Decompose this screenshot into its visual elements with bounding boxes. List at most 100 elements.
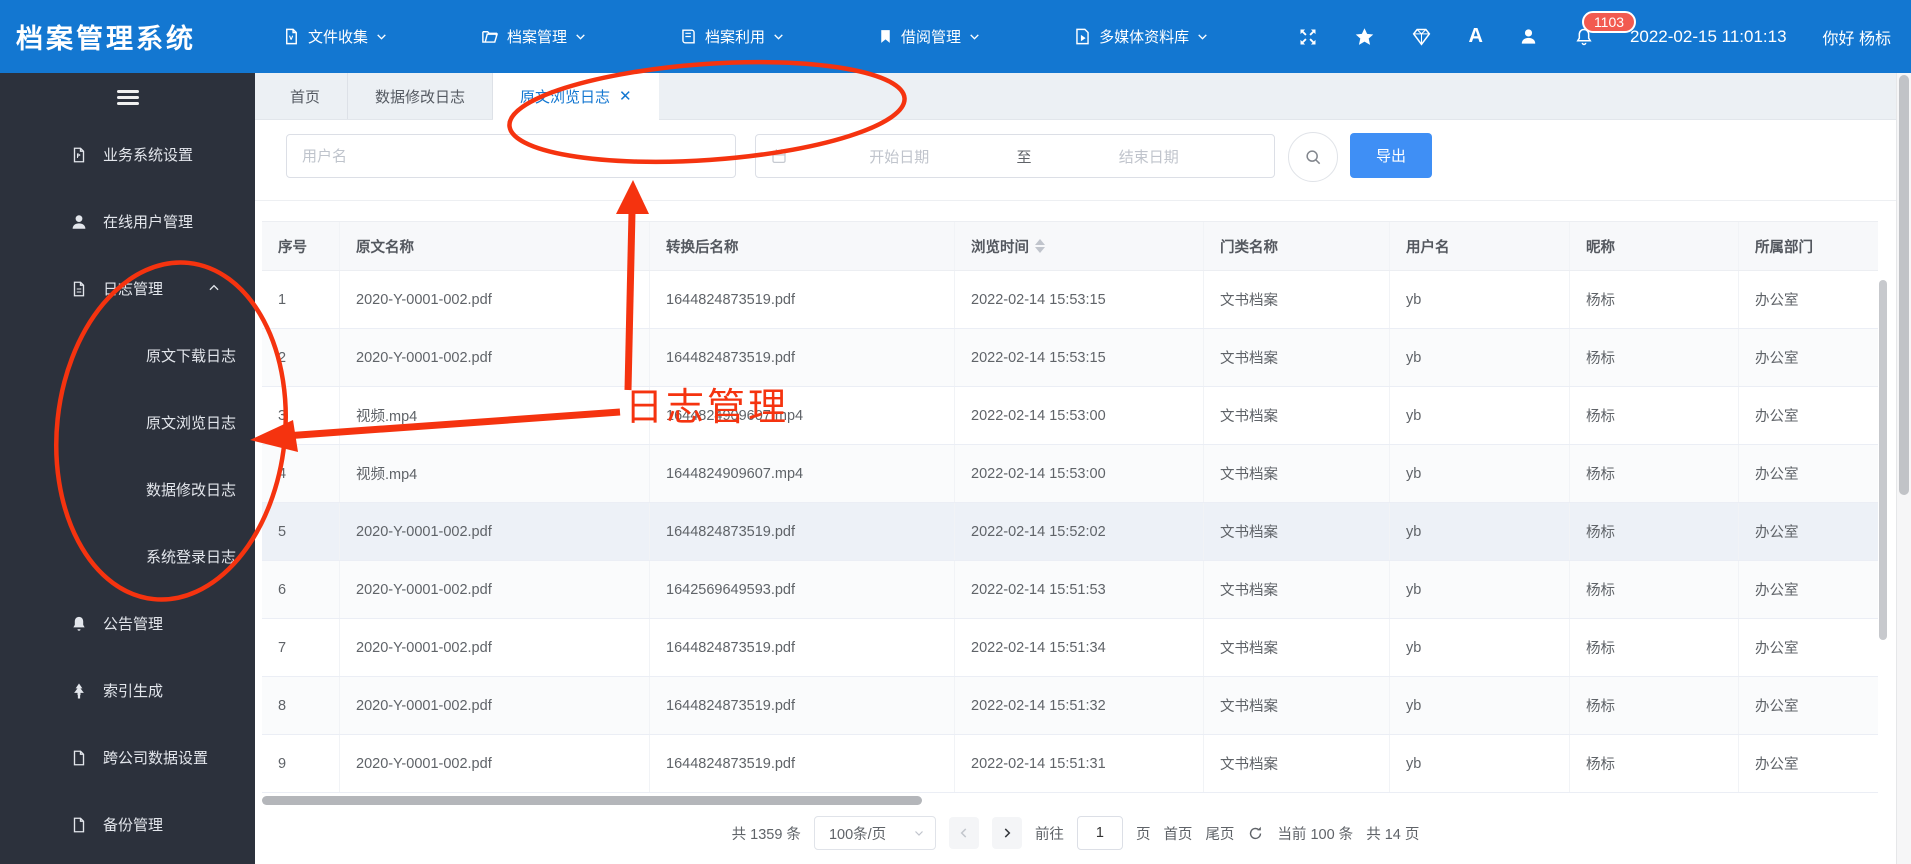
- cell-category: 文书档案: [1204, 735, 1390, 792]
- table-row: 7 2020-Y-0001-002.pdf 1644824873519.pdf …: [262, 619, 1878, 677]
- sidebar-item-announcement[interactable]: 公告管理: [0, 590, 255, 657]
- cell-converted-name: 1644824909607.mp4: [650, 445, 955, 502]
- cell-converted-name: 1644824873519.pdf: [650, 677, 955, 734]
- sidebar-item-label: 业务系统设置: [103, 147, 194, 164]
- cell-original-name: 视频.mp4: [340, 387, 650, 444]
- cell-username: yb: [1390, 677, 1570, 734]
- sidebar-item-index-generation[interactable]: 索引生成: [0, 657, 255, 724]
- fullscreen-icon[interactable]: [1298, 27, 1318, 47]
- tab-original-browse-log[interactable]: 原文浏览日志 ✕: [493, 73, 659, 120]
- notification-bell-icon[interactable]: 1103: [1574, 10, 1637, 47]
- cell-department: 办公室: [1755, 293, 1799, 309]
- cell-category: 文书档案: [1204, 271, 1390, 328]
- username-input[interactable]: [286, 134, 736, 178]
- document-settings-icon: [73, 147, 85, 162]
- column-header-browse-time: 浏览时间: [955, 222, 1204, 270]
- pagination-current: 当前 100 条: [1277, 826, 1354, 843]
- cell-converted-name: 1644824873519.pdf: [650, 329, 955, 386]
- tab-data-modify-log[interactable]: 数据修改日志: [348, 73, 494, 119]
- sidebar-item-system-login-log[interactable]: 系统登录日志: [0, 523, 255, 590]
- nav-file-collection[interactable]: 文件收集: [282, 26, 388, 47]
- nav-borrow-management[interactable]: 借阅管理: [877, 26, 981, 47]
- start-date-placeholder[interactable]: 开始日期: [788, 146, 1011, 167]
- refresh-icon[interactable]: [1247, 825, 1264, 842]
- font-size-icon[interactable]: A: [1468, 25, 1482, 48]
- page-icon: [73, 750, 85, 765]
- export-button[interactable]: 导出: [1350, 133, 1432, 178]
- table-body: 1 2020-Y-0001-002.pdf 1644824873519.pdf …: [262, 271, 1878, 793]
- close-icon[interactable]: ✕: [619, 89, 632, 104]
- page-scrollbar-thumb[interactable]: [1899, 75, 1909, 495]
- search-button[interactable]: [1288, 132, 1338, 182]
- sidebar-item-cross-company-settings[interactable]: 跨公司数据设置: [0, 724, 255, 791]
- sort-caret-icon[interactable]: [1035, 239, 1045, 253]
- sidebar-item-data-modify-log[interactable]: 数据修改日志: [0, 456, 255, 523]
- cell-department: 办公室: [1755, 525, 1799, 541]
- sidebar-collapse-button[interactable]: [0, 73, 255, 121]
- date-range-picker[interactable]: 开始日期 至 结束日期: [755, 134, 1275, 178]
- column-header-department: 所属部门: [1755, 239, 1813, 256]
- chevron-left-icon: [960, 828, 967, 838]
- cell-department: 办公室: [1755, 467, 1799, 483]
- cell-index: 9: [262, 735, 340, 792]
- nav-label: 文件收集: [308, 29, 369, 46]
- cell-browse-time: 2022-02-14 15:52:02: [955, 503, 1204, 560]
- page-size-select[interactable]: 100条/页: [813, 816, 936, 850]
- tab-home[interactable]: 首页: [263, 73, 349, 119]
- chevron-down-icon: [576, 34, 585, 40]
- cell-index: 3: [262, 387, 340, 444]
- end-date-placeholder[interactable]: 结束日期: [1038, 146, 1261, 167]
- page-scrollbar[interactable]: [1896, 73, 1911, 864]
- cell-username: yb: [1390, 271, 1570, 328]
- next-page-button[interactable]: [991, 817, 1022, 849]
- cell-nickname: 杨标: [1570, 561, 1739, 618]
- sidebar-item-label: 在线用户管理: [103, 214, 194, 231]
- sidebar-item-original-browse-log[interactable]: 原文浏览日志: [0, 389, 255, 456]
- cell-nickname: 杨标: [1570, 445, 1739, 502]
- cell-browse-time: 2022-02-14 15:51:31: [955, 735, 1204, 792]
- browse-log-table: 序号 原文名称 转换后名称 浏览时间 门类名称 用户名 昵称 所属部门 1 20…: [262, 221, 1878, 793]
- favorite-star-icon[interactable]: [1354, 26, 1375, 47]
- chevron-down-icon: [970, 34, 979, 40]
- cell-department: 办公室: [1755, 409, 1799, 425]
- app-title: 档案管理系统: [16, 24, 196, 54]
- media-file-icon: [1076, 28, 1089, 45]
- table-row: 5 2020-Y-0001-002.pdf 1644824873519.pdf …: [262, 503, 1878, 561]
- sidebar-item-backup-management[interactable]: 备份管理: [0, 791, 255, 858]
- sidebar-item-label: 备份管理: [103, 817, 164, 834]
- sidebar-group-log-management[interactable]: 日志管理: [0, 255, 255, 322]
- user-icon[interactable]: [1519, 27, 1538, 46]
- cell-original-name: 2020-Y-0001-002.pdf: [340, 677, 650, 734]
- search-toolbar: 开始日期 至 结束日期 导出: [255, 120, 1896, 201]
- cell-nickname: 杨标: [1570, 503, 1739, 560]
- nav-archive-management[interactable]: 档案管理: [480, 26, 587, 47]
- bell-icon: [73, 616, 85, 631]
- cell-browse-time: 2022-02-14 15:53:15: [955, 329, 1204, 386]
- cell-nickname: 杨标: [1570, 387, 1739, 444]
- sidebar: 业务系统设置 在线用户管理 日志管理 原文下载日志 原文浏览日志 数据修改日志 …: [0, 73, 255, 864]
- last-page-button[interactable]: 尾页: [1205, 823, 1234, 844]
- pagination-pages: 共 14 页: [1366, 826, 1420, 843]
- sidebar-item-label: 公告管理: [103, 616, 164, 633]
- nav-multimedia-library[interactable]: 多媒体资料库: [1073, 26, 1209, 47]
- cell-converted-name: 1644824873519.pdf: [650, 503, 955, 560]
- sidebar-item-online-users[interactable]: 在线用户管理: [0, 188, 255, 255]
- calendar-icon: [772, 149, 786, 164]
- first-page-button[interactable]: 首页: [1163, 823, 1192, 844]
- search-icon: [1306, 150, 1321, 165]
- prev-page-button[interactable]: [948, 817, 979, 849]
- cell-converted-name: 1644824873519.pdf: [650, 619, 955, 676]
- cell-browse-time: 2022-02-14 15:53:00: [955, 387, 1204, 444]
- cell-category: 文书档案: [1204, 561, 1390, 618]
- sidebar-item-original-download-log[interactable]: 原文下载日志: [0, 322, 255, 389]
- table-row: 4 视频.mp4 1644824909607.mp4 2022-02-14 15…: [262, 445, 1878, 503]
- sidebar-item-business-settings[interactable]: 业务系统设置: [0, 121, 255, 188]
- nav-archive-usage[interactable]: 档案利用: [679, 26, 785, 47]
- cell-nickname: 杨标: [1570, 677, 1739, 734]
- page-number-input[interactable]: [1076, 816, 1123, 850]
- horizontal-scrollbar[interactable]: [262, 796, 922, 805]
- cell-nickname: 杨标: [1570, 329, 1739, 386]
- theme-gem-icon[interactable]: [1411, 26, 1432, 47]
- table-vertical-scrollbar[interactable]: [1879, 280, 1887, 640]
